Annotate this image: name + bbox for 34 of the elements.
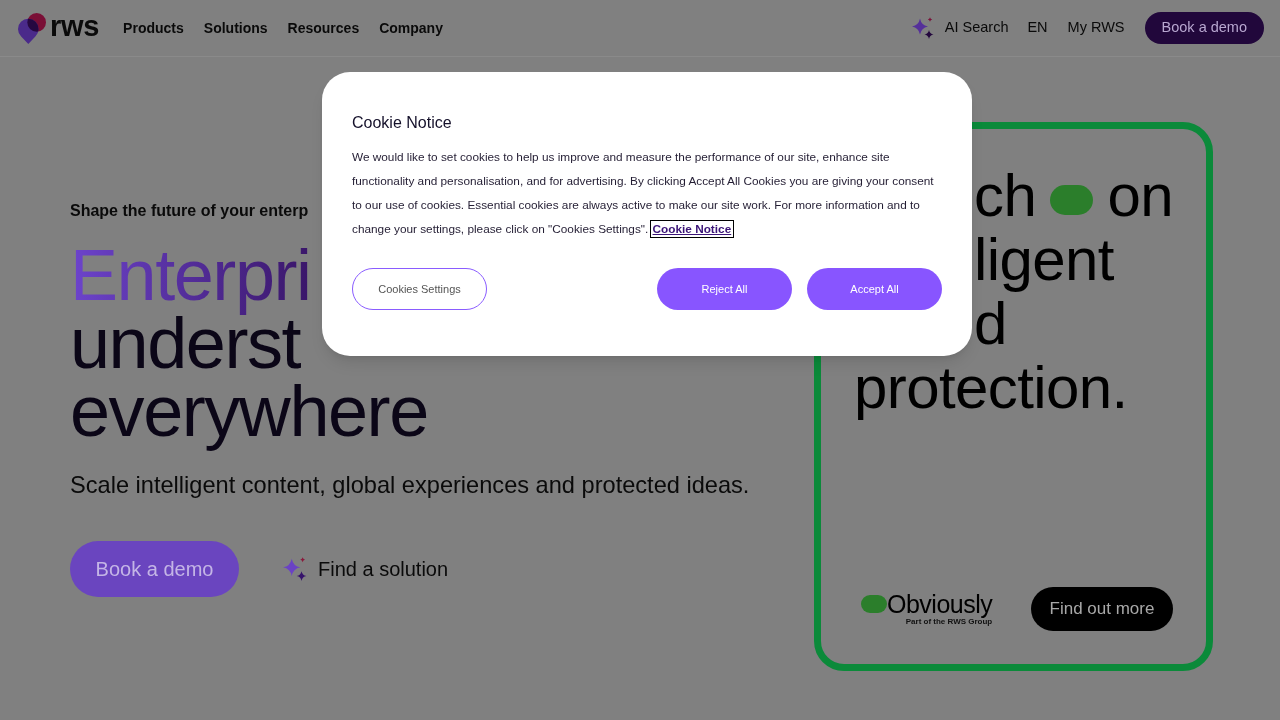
sparkle-icon bbox=[283, 557, 307, 581]
brand-tagline: Part of the RWS Group bbox=[905, 617, 993, 627]
account-link[interactable]: My RWS bbox=[1067, 17, 1125, 39]
hero-eyebrow: Shape the future of your enterp bbox=[70, 201, 309, 221]
promo-headline-text: ch bbox=[974, 164, 1037, 228]
nav-link[interactable]: Resources bbox=[287, 17, 360, 39]
brand-pill-icon bbox=[861, 595, 887, 613]
promo-headline-text: protection. bbox=[854, 356, 1128, 420]
cookie-button[interactable]: Cookies Settings bbox=[352, 268, 487, 310]
hero-headline-line: everywhere bbox=[70, 383, 428, 451]
language-link[interactable]: EN bbox=[1027, 17, 1048, 39]
sparkle-icon bbox=[911, 17, 934, 39]
cookie-button[interactable]: Accept All bbox=[807, 268, 942, 310]
hero-headline-line: underst bbox=[70, 315, 301, 383]
dialog-title: Cookie Notice bbox=[352, 113, 453, 133]
ai-search-link[interactable]: AI Search bbox=[944, 17, 1009, 39]
nav-link[interactable]: Solutions bbox=[203, 17, 268, 39]
book-demo-button[interactable]: Book a demo bbox=[70, 541, 239, 597]
promo-headline-text: on bbox=[1107, 164, 1173, 228]
brand-name: Obviously bbox=[887, 591, 993, 617]
find-out-more-button[interactable]: Find out more bbox=[1031, 587, 1173, 631]
book-demo-button[interactable]: Book a demo bbox=[1144, 12, 1264, 44]
logo-icon bbox=[18, 12, 46, 44]
toggle-pill-icon bbox=[1050, 185, 1094, 215]
nav-link[interactable]: Products bbox=[123, 17, 184, 39]
hero-subtitle: Scale intelligent content, global experiences and protected ideas. bbox=[70, 471, 750, 500]
logo-wordmark[interactable]: rws bbox=[50, 12, 100, 44]
nav-link[interactable]: Company bbox=[379, 17, 443, 39]
cookie-notice-link[interactable]: Cookie Notice bbox=[651, 222, 733, 236]
promo-headline-text: d bbox=[974, 292, 1007, 356]
cookie-button[interactable]: Reject All bbox=[657, 268, 792, 310]
promo-headline-text: ligent bbox=[974, 228, 1114, 292]
cookie-notice-text: We would like to set cookies to help us improve and measure the performance of our site, enhance site functionality and personalisation, and for advertising. By clicking Accept All Cookies you are giving your consent to our use of cookies. Essential cookies are always active to make our site work. For more information and to change your settings, please click on "Cookies Settings". Cookie Notice bbox=[352, 149, 935, 238]
find-solution-link[interactable]: Find a solution bbox=[318, 554, 449, 584]
